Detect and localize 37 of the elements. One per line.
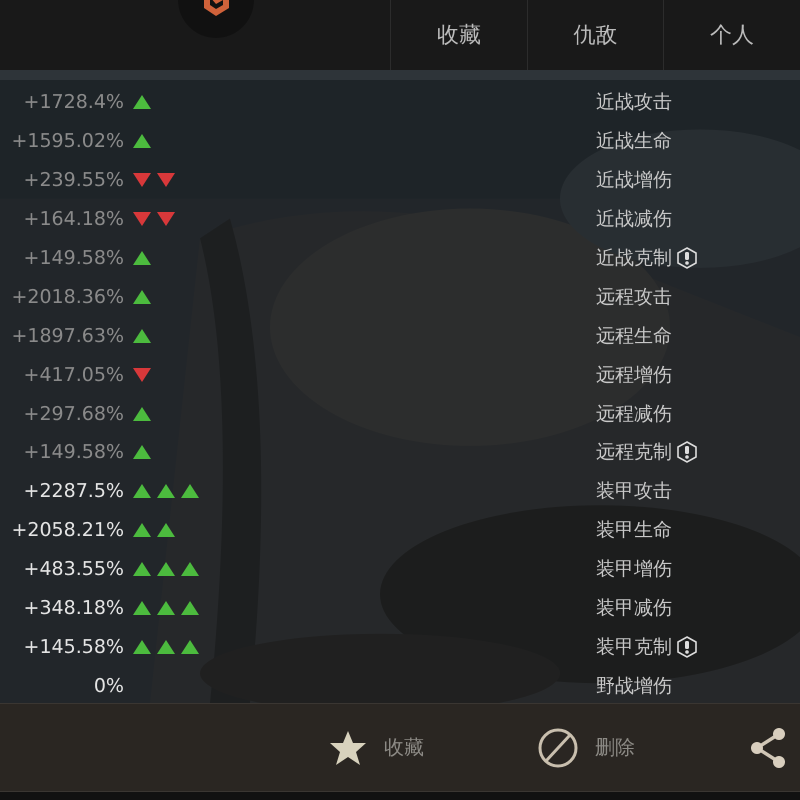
forbidden-icon[interactable]	[537, 726, 579, 768]
star-icon[interactable]	[328, 728, 368, 766]
stat-value: +2287.5%	[22, 480, 124, 502]
stat-label: 远程减伤	[595, 402, 672, 427]
stat-value: +239.55%	[22, 169, 124, 192]
share-icon[interactable]	[750, 726, 786, 768]
stat-value: 0%	[92, 674, 124, 697]
stat-value: +417.05%	[22, 364, 124, 386]
stat-value: +1595.02%	[10, 130, 124, 152]
stat-value: +2018.36%	[10, 286, 124, 308]
stat-label: 近战生命	[595, 129, 672, 154]
stat-label: 装甲攻击	[595, 479, 672, 504]
stat-label: 野战增伤	[595, 674, 672, 699]
stat-label: 装甲生命	[595, 518, 672, 544]
stat-label: 远程增伤	[595, 362, 672, 388]
stat-value: +164.18%	[22, 208, 124, 230]
delete-button[interactable]: 删除	[595, 734, 635, 761]
stat-value: +149.58%	[22, 441, 124, 464]
stat-label: 近战攻击	[595, 90, 672, 116]
stat-label: 远程克制	[595, 440, 672, 466]
stat-label: 装甲减伤	[595, 596, 672, 622]
stat-value: +1897.63%	[10, 324, 124, 347]
stat-label: 近战克制	[595, 246, 672, 271]
stat-value: +1728.4%	[22, 91, 124, 114]
stat-label: 装甲克制	[595, 634, 672, 660]
stat-value: +2058.21%	[10, 519, 124, 542]
stat-value: +348.18%	[22, 597, 124, 620]
stat-value: +297.68%	[22, 402, 124, 425]
favorite-button[interactable]: 收藏	[384, 734, 424, 761]
stat-label: 近战增伤	[595, 168, 672, 194]
stat-label: 装甲增伤	[595, 557, 672, 582]
stat-value: +145.58%	[22, 636, 124, 658]
stat-label: 远程攻击	[595, 284, 672, 310]
stat-value: +483.55%	[22, 558, 124, 580]
stat-label: 远程生命	[595, 324, 672, 349]
stat-label: 近战减伤	[595, 207, 672, 232]
stat-value: +149.58%	[22, 247, 124, 269]
